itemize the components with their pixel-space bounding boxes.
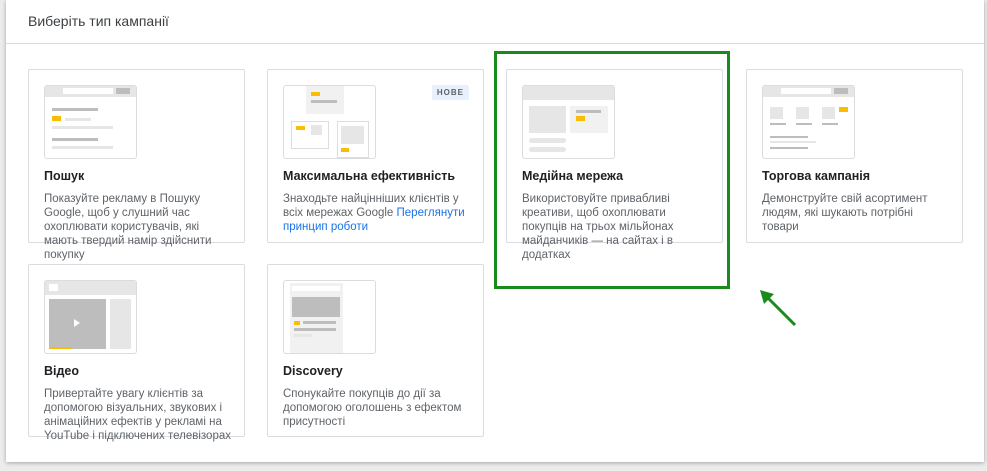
card-description: Демонструйте свій асортимент людям, які … <box>762 193 928 233</box>
campaign-card-performance-max[interactable]: НОВЕ Максимальна ефективність Знаходьте … <box>267 69 484 243</box>
search-thumbnail-icon <box>44 85 137 159</box>
campaign-card-video[interactable]: Відео Привертайте увагу клієнтів за допо… <box>28 264 245 442</box>
card-title: Торгова кампанія <box>762 169 871 183</box>
campaign-card-shopping[interactable]: Торгова кампанія Демонструйте свій асорт… <box>746 69 963 243</box>
card-description: Показуйте рекламу в Пошуку Google, щоб у… <box>44 193 212 261</box>
performance-max-thumbnail-icon <box>283 85 376 159</box>
card-title: Максимальна ефективність <box>283 169 456 183</box>
card-title: Пошук <box>44 169 85 183</box>
card-description: Привертайте увагу клієнтів за допомогою … <box>44 388 231 442</box>
campaign-card-search[interactable]: Пошук Показуйте рекламу в Пошуку Google,… <box>28 69 245 261</box>
card-title: Discovery <box>283 364 343 378</box>
new-badge: НОВЕ <box>431 85 469 100</box>
dialog-title: Виберіть тип кампанії <box>28 13 169 29</box>
video-thumbnail-icon <box>44 280 137 354</box>
card-description: Знаходьте найцінніших клієнтів у всіх ме… <box>283 192 473 234</box>
campaign-card-discovery[interactable]: Discovery Спонукайте покупців до дії за … <box>267 264 484 437</box>
card-description: Спонукайте покупців до дії за допомогою … <box>283 388 462 428</box>
play-icon <box>74 319 80 327</box>
shopping-thumbnail-icon <box>762 85 855 159</box>
discovery-thumbnail-icon <box>283 280 376 354</box>
pointer-arrow-icon <box>760 290 797 327</box>
card-title: Відео <box>44 364 80 378</box>
selection-highlight <box>494 51 730 289</box>
divider <box>6 43 984 44</box>
